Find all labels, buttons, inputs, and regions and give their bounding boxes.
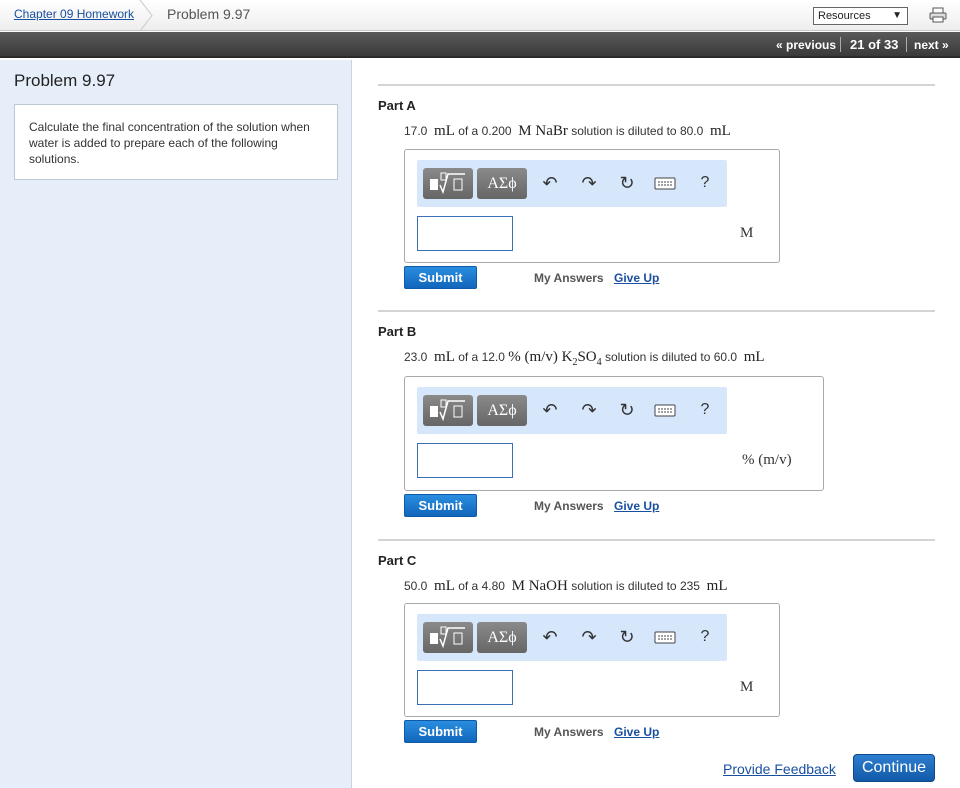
problem-count: 21 of 33 bbox=[850, 37, 899, 52]
help-button[interactable]: ? bbox=[694, 172, 716, 194]
redo-icon[interactable]: ↷ bbox=[578, 172, 600, 194]
nav-divider bbox=[840, 37, 841, 52]
keyboard-icon[interactable] bbox=[654, 172, 676, 194]
radical-icon bbox=[430, 172, 465, 195]
part-b-unit: % (m/v) bbox=[742, 452, 792, 468]
part-c-give-up-link[interactable]: Give Up bbox=[614, 725, 659, 739]
part-b-answer-box: ΑΣϕ ↶ ↷ ↻ ? % (m/v) bbox=[404, 376, 824, 491]
part-c-submit-button[interactable]: Submit bbox=[404, 720, 477, 743]
print-icon[interactable] bbox=[929, 7, 947, 23]
part-a-submit-button[interactable]: Submit bbox=[404, 266, 477, 289]
breadcrumb-separator-icon bbox=[139, 0, 153, 31]
part-a-unit: M bbox=[740, 225, 754, 241]
part-c: Part C 50.0 mL of a 4.80 M NaOH solution… bbox=[378, 539, 935, 749]
part-c-answer-input[interactable] bbox=[417, 670, 513, 705]
part-b-answer-input[interactable] bbox=[417, 443, 513, 478]
undo-icon[interactable]: ↶ bbox=[539, 626, 561, 648]
part-a-question: 17.0 mL of a 0.200 M NaBr solution is di… bbox=[404, 123, 731, 139]
resources-dropdown[interactable]: Resources ▼ bbox=[813, 7, 908, 25]
greek-symbols-button[interactable]: ΑΣϕ bbox=[477, 622, 527, 653]
next-link[interactable]: next » bbox=[914, 38, 949, 52]
problem-intro: Calculate the final concentration of the… bbox=[14, 104, 338, 180]
part-a-my-answers-link[interactable]: My Answers bbox=[534, 271, 604, 285]
math-toolbar: ΑΣϕ ↶ ↷ ↻ ? bbox=[417, 387, 727, 434]
part-b-give-up-link[interactable]: Give Up bbox=[614, 499, 659, 513]
part-c-question: 50.0 mL of a 4.80 M NaOH solution is dil… bbox=[404, 578, 728, 594]
nav-divider bbox=[906, 37, 907, 52]
redo-icon[interactable]: ↷ bbox=[578, 399, 600, 421]
redo-icon[interactable]: ↷ bbox=[578, 626, 600, 648]
breadcrumb-current: Problem 9.97 bbox=[167, 6, 251, 22]
templates-button[interactable] bbox=[423, 395, 473, 426]
part-a-answer-box: ΑΣϕ ↶ ↷ ↻ ? M bbox=[404, 149, 780, 263]
resources-label: Resources bbox=[818, 10, 871, 22]
part-c-unit: M bbox=[740, 679, 754, 695]
undo-icon[interactable]: ↶ bbox=[539, 399, 561, 421]
problem-title: Problem 9.97 bbox=[14, 71, 116, 90]
help-button[interactable]: ? bbox=[694, 399, 716, 421]
templates-button[interactable] bbox=[423, 168, 473, 199]
dropdown-arrow-icon: ▼ bbox=[892, 10, 902, 21]
greek-symbols-button[interactable]: ΑΣϕ bbox=[477, 168, 527, 199]
breadcrumb-chapter-link[interactable]: Chapter 09 Homework bbox=[14, 7, 134, 21]
radical-icon bbox=[430, 626, 465, 649]
templates-button[interactable] bbox=[423, 622, 473, 653]
part-c-label: Part C bbox=[378, 553, 417, 568]
continue-button[interactable]: Continue bbox=[853, 754, 935, 782]
breadcrumb-bar: Chapter 09 Homework Problem 9.97 Resourc… bbox=[0, 0, 960, 31]
previous-link[interactable]: « previous bbox=[776, 38, 836, 52]
part-c-answer-box: ΑΣϕ ↶ ↷ ↻ ? M bbox=[404, 603, 780, 717]
keyboard-icon[interactable] bbox=[654, 399, 676, 421]
math-toolbar: ΑΣϕ ↶ ↷ ↻ ? bbox=[417, 160, 727, 207]
reset-icon[interactable]: ↻ bbox=[616, 399, 638, 421]
provide-feedback-link[interactable]: Provide Feedback bbox=[723, 761, 836, 777]
part-a-label: Part A bbox=[378, 98, 416, 113]
part-b-question: 23.0 mL of a 12.0 % (m/v) K2SO4 solution… bbox=[404, 349, 765, 368]
radical-icon bbox=[430, 399, 465, 422]
reset-icon[interactable]: ↻ bbox=[616, 626, 638, 648]
math-toolbar: ΑΣϕ ↶ ↷ ↻ ? bbox=[417, 614, 727, 661]
keyboard-icon[interactable] bbox=[654, 626, 676, 648]
part-a-give-up-link[interactable]: Give Up bbox=[614, 271, 659, 285]
part-b-label: Part B bbox=[378, 324, 417, 339]
reset-icon[interactable]: ↻ bbox=[616, 172, 638, 194]
part-b-submit-button[interactable]: Submit bbox=[404, 494, 477, 517]
part-a: Part A 17.0 mL of a 0.200 M NaBr solutio… bbox=[378, 84, 935, 310]
help-button[interactable]: ? bbox=[694, 626, 716, 648]
part-c-my-answers-link[interactable]: My Answers bbox=[534, 725, 604, 739]
part-b-my-answers-link[interactable]: My Answers bbox=[534, 499, 604, 513]
problem-nav-bar: « previous 21 of 33 next » bbox=[0, 32, 960, 58]
problem-panel: Problem 9.97 Calculate the final concent… bbox=[0, 60, 352, 788]
greek-symbols-button[interactable]: ΑΣϕ bbox=[477, 395, 527, 426]
part-b: Part B 23.0 mL of a 12.0 % (m/v) K2SO4 s… bbox=[378, 310, 935, 539]
part-a-answer-input[interactable] bbox=[417, 216, 513, 251]
undo-icon[interactable]: ↶ bbox=[539, 172, 561, 194]
